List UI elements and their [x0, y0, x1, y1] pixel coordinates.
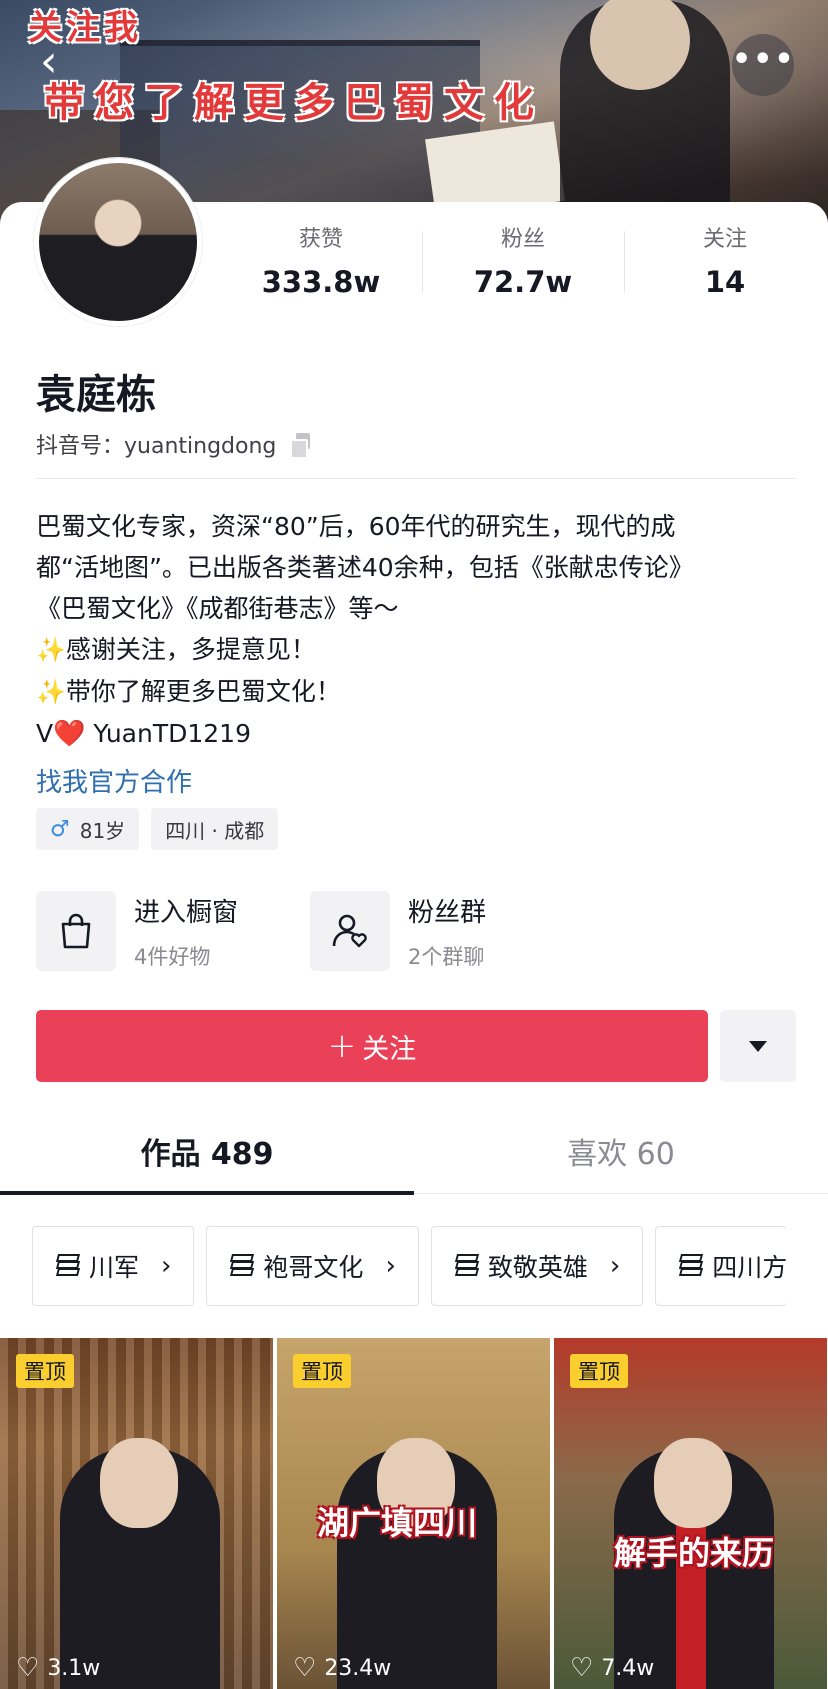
triangle-down-icon — [749, 1040, 767, 1052]
shortcut-title: 进入橱窗 — [134, 897, 239, 928]
shop-window-entry[interactable]: 进入橱窗 4件好物 — [36, 890, 238, 972]
pinned-badge: 置顶 — [16, 1354, 74, 1388]
collection-chip[interactable]: 川军 › — [32, 1226, 195, 1306]
video-thumbnail[interactable]: 湖广填四川 置顶 ♡ 23.4w — [277, 1338, 550, 1689]
banner-subtitle: 带您了解更多巴蜀文化 — [44, 79, 544, 126]
stat-value: 72.7w — [473, 265, 573, 299]
like-count-text: 7.4w — [601, 1655, 655, 1681]
back-button[interactable]: ‹ — [40, 40, 80, 84]
heart-outline-icon: ♡ — [16, 1653, 40, 1683]
bio-line-thanks: ✨感谢关注，多提意见！ — [36, 629, 796, 671]
collection-label: 致敬英雄 — [487, 1253, 588, 1282]
video-thumbnail[interactable]: 置顶 ♡ 3.1w — [0, 1338, 273, 1689]
chevron-right-icon: › — [161, 1251, 172, 1281]
video-caption: 解手的来历 — [614, 1534, 775, 1572]
avatar[interactable] — [34, 158, 202, 326]
layers-icon — [229, 1254, 255, 1278]
like-count: ♡ 23.4w — [293, 1653, 391, 1683]
fan-group-entry[interactable]: 粉丝群 2个群聊 — [310, 890, 486, 972]
like-count-text: 23.4w — [324, 1655, 392, 1681]
group-heart-icon — [310, 891, 390, 971]
layers-icon — [55, 1254, 81, 1278]
stat-likes[interactable]: 获赞 333.8w — [220, 225, 422, 305]
age-text: 81岁 — [79, 818, 126, 843]
video-grid: 置顶 ♡ 3.1w 湖广填四川 置顶 ♡ 23.4w 解手的来历 置顶 ♡ 7.4w — [0, 1338, 828, 1689]
collection-chips: 川军 › 袍哥文化 › 致敬英雄 › 四川方 — [32, 1226, 788, 1306]
more-dots-icon: ••• — [732, 42, 796, 77]
content-tabs: 作品 489 喜欢 60 — [0, 1128, 828, 1195]
pinned-badge: 置顶 — [570, 1354, 628, 1388]
copy-icon[interactable] — [290, 433, 312, 459]
like-count: ♡ 3.1w — [16, 1653, 100, 1683]
tab-works[interactable]: 作品 489 — [0, 1128, 414, 1195]
profile-bio: 巴蜀文化专家，资深“80”后，60年代的研究生，现代的成 都“活地图”。已出版各… — [36, 506, 796, 755]
recommend-dropdown-button[interactable] — [720, 1010, 796, 1082]
stat-following[interactable]: 关注 14 — [624, 225, 826, 305]
layers-icon — [454, 1254, 480, 1278]
collection-chip[interactable]: 致敬英雄 › — [430, 1226, 644, 1306]
video-thumbnail[interactable]: 解手的来历 置顶 ♡ 7.4w — [554, 1338, 827, 1689]
male-icon: ♂ — [50, 816, 70, 842]
collection-label: 四川方 — [712, 1253, 788, 1282]
divider — [36, 478, 796, 479]
heart-outline-icon: ♡ — [570, 1653, 594, 1683]
wechat-id: YuanTD1219 — [85, 719, 251, 748]
profile-tags: ♂ 81岁 四川 · 成都 — [36, 808, 279, 850]
bio-text: 带你了解更多巴蜀文化！ — [65, 677, 341, 706]
stat-value: 333.8w — [261, 265, 381, 299]
stat-value: 14 — [704, 265, 746, 299]
profile-stats: 获赞 333.8w 粉丝 72.7w 关注 14 — [220, 225, 826, 305]
collection-chip[interactable]: 四川方 — [655, 1226, 788, 1306]
v-prefix: V — [36, 719, 54, 748]
bio-line: 《巴蜀文化》《成都街巷志》等～ — [36, 594, 399, 623]
douyin-id: 抖音号：yuantingdong — [36, 428, 312, 460]
chevron-right-icon: › — [609, 1251, 621, 1281]
layers-icon — [678, 1254, 704, 1278]
bio-text: 感谢关注，多提意见！ — [65, 635, 316, 664]
bio-line-culture: ✨带你了解更多巴蜀文化！ — [36, 671, 796, 713]
chevron-right-icon: › — [385, 1251, 396, 1281]
location-tag: 四川 · 成都 — [151, 808, 279, 850]
stat-label: 关注 — [702, 227, 747, 252]
heart-outline-icon: ♡ — [293, 1653, 317, 1683]
stat-label: 粉丝 — [500, 227, 545, 252]
shortcut-subtitle: 2个群聊 — [408, 944, 485, 969]
sparkle-icon: ✨ — [36, 678, 66, 706]
stat-label: 获赞 — [298, 227, 343, 252]
collection-label: 川军 — [89, 1253, 140, 1282]
chevron-left-icon: ‹ — [40, 36, 58, 87]
follow-button[interactable]: + 关注 — [36, 1010, 708, 1082]
official-cooperation-link[interactable]: 找我官方合作 — [36, 762, 192, 799]
douyin-id-text: 抖音号：yuantingdong — [36, 434, 277, 459]
video-caption: 湖广填四川 — [317, 1504, 478, 1542]
plus-icon: + — [327, 1026, 357, 1066]
location-text: 四川 · 成都 — [165, 818, 265, 843]
shortcut-title: 粉丝群 — [408, 897, 487, 928]
bio-line: 都“活地图”。已出版各类著述40余种，包括《张献忠传论》 — [36, 553, 694, 582]
shopping-bag-icon — [36, 891, 116, 971]
like-count-text: 3.1w — [47, 1655, 101, 1681]
like-count: ♡ 7.4w — [570, 1653, 654, 1683]
sparkle-icon: ✨ — [36, 636, 66, 664]
collection-label: 袍哥文化 — [263, 1253, 364, 1282]
profile-name: 袁庭栋 — [36, 372, 156, 418]
collection-chip[interactable]: 袍哥文化 › — [206, 1226, 419, 1306]
more-options-button[interactable]: ••• — [732, 34, 794, 96]
tab-likes[interactable]: 喜欢 60 — [414, 1128, 828, 1193]
pinned-badge: 置顶 — [293, 1354, 351, 1388]
follow-label: 关注 — [362, 1033, 417, 1065]
heart-icon: ❤️ — [53, 719, 86, 749]
stat-followers[interactable]: 粉丝 72.7w — [422, 225, 624, 305]
shortcut-subtitle: 4件好物 — [134, 944, 211, 969]
age-tag: ♂ 81岁 — [36, 808, 140, 850]
bio-line-wechat: V❤️ YuanTD1219 — [36, 713, 796, 755]
bio-line: 巴蜀文化专家，资深“80”后，60年代的研究生，现代的成 — [36, 512, 676, 541]
